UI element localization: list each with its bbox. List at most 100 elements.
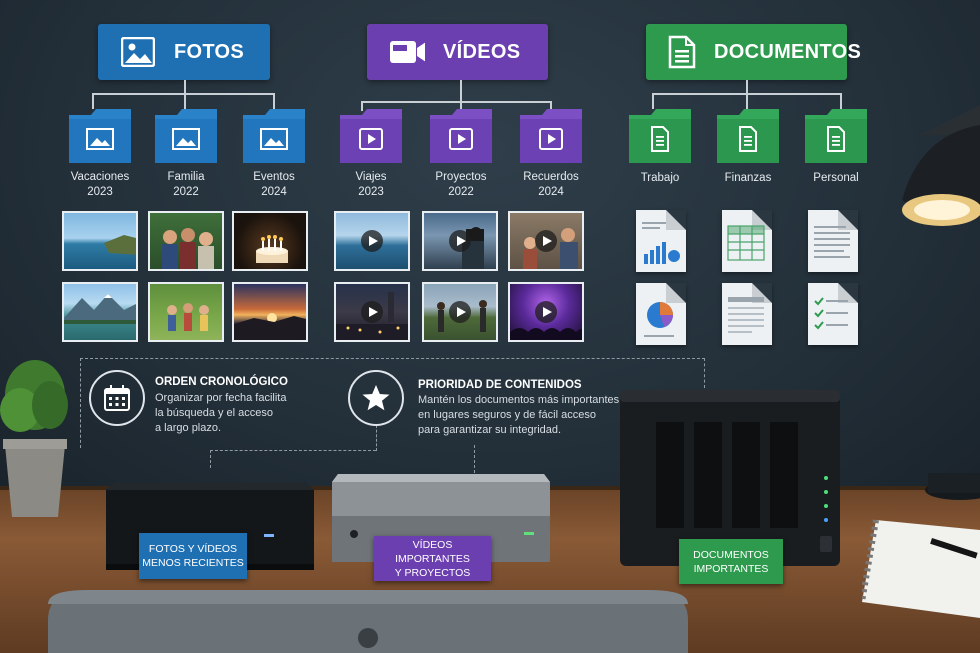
photo-thumbnail-coast bbox=[62, 211, 138, 271]
calendar-icon-circle bbox=[89, 370, 145, 426]
connector-fotos-1 bbox=[92, 93, 94, 109]
folder-recuerdos-label: Recuerdos 2024 bbox=[511, 170, 591, 200]
document-chart-report bbox=[636, 210, 686, 272]
folder-label-line1: Viajes bbox=[355, 171, 387, 183]
folder-personal-label: Personal bbox=[796, 171, 876, 186]
video-thumbnail-field-people bbox=[422, 282, 498, 342]
device-label-line1: DOCUMENTOS bbox=[693, 548, 769, 561]
folder-label-line1: Finanzas bbox=[724, 172, 772, 184]
spiral-notebook bbox=[862, 519, 980, 618]
document-form bbox=[722, 283, 772, 345]
star-icon-circle bbox=[348, 370, 404, 426]
category-videos: VÍDEOS bbox=[367, 24, 548, 80]
device-label-middle: VÍDEOS IMPORTANTES Y PROYECTOS bbox=[374, 536, 491, 581]
photo-thumbnail-sunset bbox=[232, 282, 308, 342]
info-text-line3: para garantizar su integridad. bbox=[418, 424, 562, 436]
folder-proyectos-icon bbox=[430, 109, 492, 163]
folder-familia-label: Familia 2022 bbox=[146, 170, 226, 200]
connector-docs-3 bbox=[840, 93, 842, 109]
dashed-guide-top bbox=[80, 358, 705, 359]
document-spreadsheet bbox=[722, 210, 772, 272]
info-prioridad-title: PRIORIDAD DE CONTENIDOS bbox=[418, 379, 582, 391]
image-icon bbox=[120, 34, 156, 70]
folder-label-line1: Recuerdos bbox=[523, 171, 579, 183]
folder-label-line2: 2023 bbox=[87, 186, 113, 198]
connector-docs-2 bbox=[746, 93, 748, 109]
dashed-guide-mid-v2 bbox=[376, 425, 377, 451]
info-text-line3: a largo plazo. bbox=[155, 422, 222, 434]
star-icon bbox=[362, 385, 390, 411]
dashed-guide-mid-v1 bbox=[210, 450, 211, 468]
folder-label-line2: 2024 bbox=[538, 186, 564, 198]
play-icon bbox=[361, 301, 383, 323]
folder-label-line2: 2022 bbox=[448, 186, 474, 198]
connector-fotos-2 bbox=[184, 93, 186, 109]
connector-videos-v bbox=[460, 80, 462, 102]
folder-trabajo-icon bbox=[629, 109, 691, 163]
video-thumbnail-family-memory bbox=[508, 211, 584, 271]
potted-plant bbox=[0, 360, 68, 517]
video-camera-icon bbox=[389, 34, 425, 70]
document-pie-chart bbox=[636, 283, 686, 345]
folder-personal-icon bbox=[805, 109, 867, 163]
photo-thumbnail-family bbox=[148, 211, 224, 271]
calendar-icon bbox=[104, 385, 130, 411]
desk-lamp bbox=[902, 105, 980, 500]
folder-finanzas-icon bbox=[717, 109, 779, 163]
folder-label-line2: 2023 bbox=[358, 186, 384, 198]
connector-videos-h bbox=[361, 101, 552, 103]
video-thumbnail-filming bbox=[422, 211, 498, 271]
connector-docs-v bbox=[746, 80, 748, 94]
info-text-line1: Organizar por fecha facilita bbox=[155, 392, 287, 404]
play-icon bbox=[535, 230, 557, 252]
video-thumbnail-concert bbox=[508, 282, 584, 342]
folder-trabajo-label: Trabajo bbox=[620, 171, 700, 186]
folder-label-line1: Trabajo bbox=[640, 172, 680, 184]
video-thumbnail-coast bbox=[334, 211, 410, 271]
device-label-line2: Y PROYECTOS bbox=[394, 566, 471, 579]
folder-label-line1: Vacaciones bbox=[70, 171, 130, 183]
device-label-left: FOTOS Y VÍDEOS MENOS RECIENTES bbox=[139, 533, 247, 579]
info-text-line2: la búsqueda y el acceso bbox=[155, 407, 274, 419]
connector-docs-1 bbox=[652, 93, 654, 109]
laptop-lid bbox=[48, 590, 688, 653]
photo-thumbnail-mountain-lake bbox=[62, 282, 138, 342]
folder-label-line1: Proyectos bbox=[435, 171, 487, 183]
play-icon bbox=[449, 230, 471, 252]
folder-eventos-label: Eventos 2024 bbox=[234, 170, 314, 200]
folder-viajes-icon bbox=[340, 109, 402, 163]
device-label-line1: VÍDEOS IMPORTANTES bbox=[395, 538, 470, 565]
folder-proyectos-label: Proyectos 2022 bbox=[421, 170, 501, 200]
folder-viajes-label: Viajes 2023 bbox=[331, 170, 411, 200]
document-checklist bbox=[808, 283, 858, 345]
photo-thumbnail-children-park bbox=[148, 282, 224, 342]
play-icon bbox=[449, 301, 471, 323]
device-label-line2: MENOS RECIENTES bbox=[142, 557, 244, 569]
info-text-line2: en lugares seguros y de fácil acceso bbox=[418, 409, 596, 421]
folder-vacaciones-label: Vacaciones 2023 bbox=[60, 170, 140, 200]
folder-vacaciones-icon bbox=[69, 109, 131, 163]
category-documentos: DOCUMENTOS bbox=[646, 24, 861, 80]
device-label-line1: FOTOS Y VÍDEOS bbox=[148, 543, 238, 555]
play-icon bbox=[535, 301, 557, 323]
info-cronologico-text: Organizar por fecha facilita la búsqueda… bbox=[155, 391, 286, 436]
category-documentos-label: DOCUMENTOS bbox=[714, 40, 862, 63]
connector-fotos-3 bbox=[273, 93, 275, 109]
photo-thumbnail-birthday-cake bbox=[232, 211, 308, 271]
info-cronologico-title: ORDEN CRONOLÓGICO bbox=[155, 376, 288, 388]
folder-recuerdos-icon bbox=[520, 109, 582, 163]
document-text-lines bbox=[808, 210, 858, 272]
dashed-guide-mid-v3 bbox=[474, 445, 475, 473]
dashed-guide-right-v bbox=[704, 358, 705, 388]
dashed-guide-left-v bbox=[80, 358, 81, 448]
folder-familia-icon bbox=[155, 109, 217, 163]
folder-finanzas-label: Finanzas bbox=[708, 171, 788, 186]
category-fotos-label: FOTOS bbox=[174, 40, 245, 63]
folder-label-line1: Familia bbox=[167, 171, 205, 183]
folder-label-line1: Eventos bbox=[253, 171, 295, 183]
connector-fotos-v bbox=[184, 80, 186, 94]
device-label-right: DOCUMENTOS IMPORTANTES bbox=[679, 539, 783, 584]
category-fotos: FOTOS bbox=[98, 24, 270, 80]
folder-label-line1: Personal bbox=[813, 172, 859, 184]
dashed-guide-mid-h bbox=[210, 450, 376, 451]
